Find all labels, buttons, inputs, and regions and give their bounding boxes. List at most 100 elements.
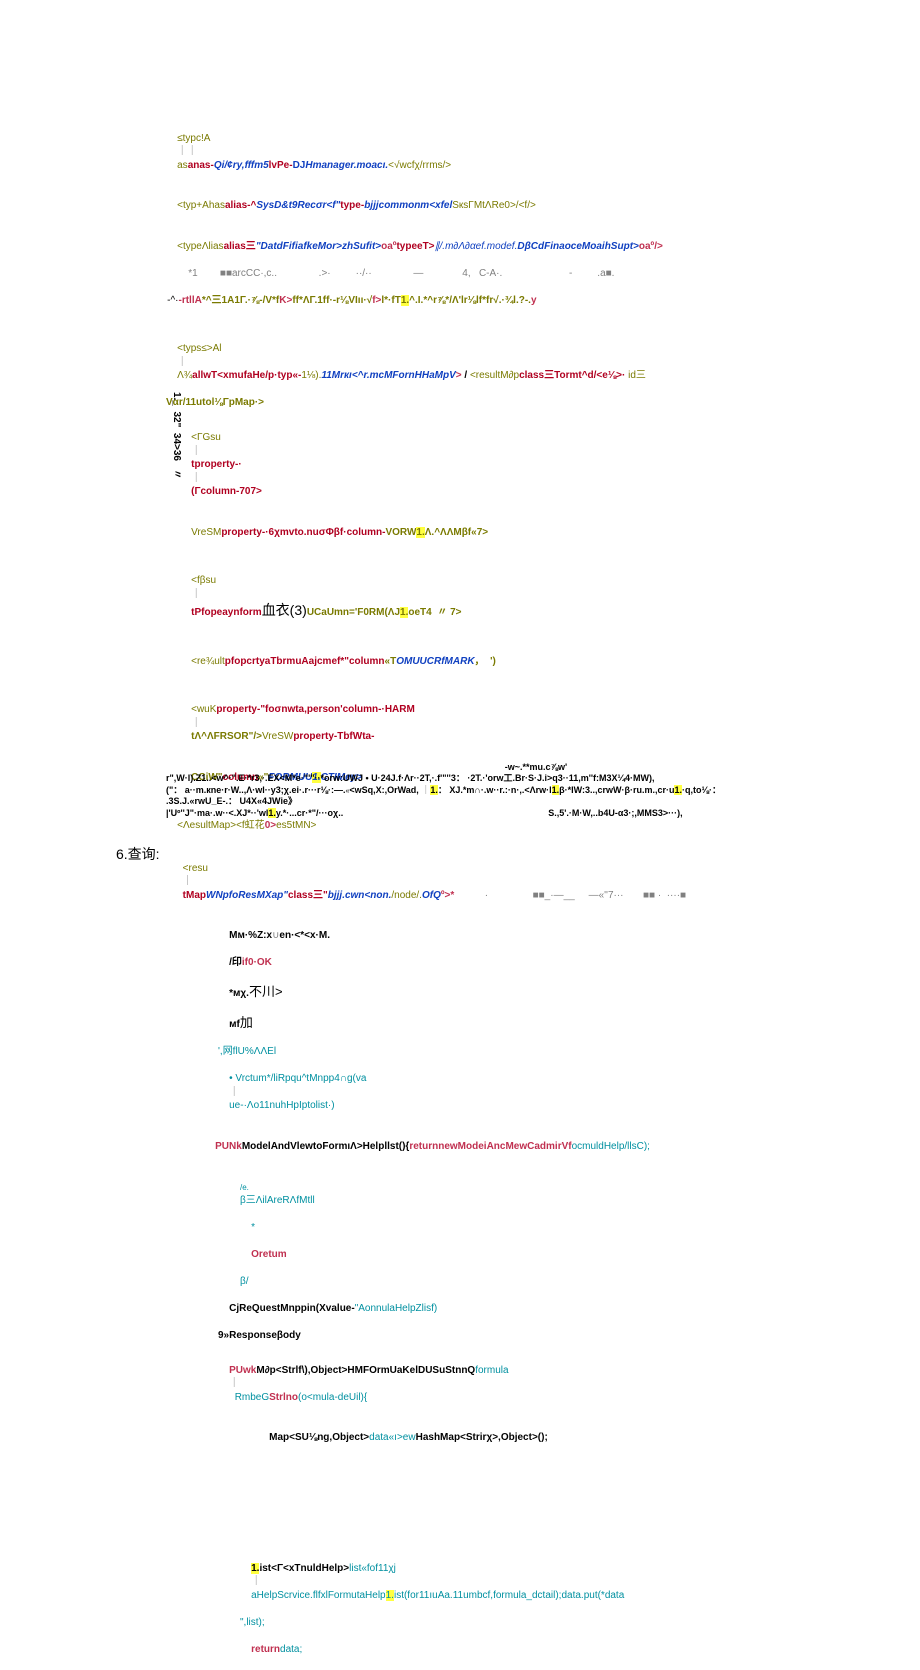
t: Strlno	[269, 1392, 298, 1403]
t: Map<SU⅛ng,Object>	[269, 1432, 369, 1443]
t: f>	[372, 295, 381, 306]
code-line: CjReQuestMnppin(Xvalue-"AonnulaHelpZlisf…	[0, 1288, 920, 1329]
t: Mм·%Z:x	[229, 930, 272, 941]
t: ^.I.*^r⅞*	[409, 295, 449, 306]
t: column	[349, 656, 385, 667]
t: DβCdFinaoceMoaihSupt>	[517, 241, 639, 252]
t: y	[531, 295, 537, 306]
t: ocmuldHelp/llsC);	[572, 1141, 650, 1152]
t: ， ')	[475, 656, 496, 667]
t: formula	[475, 1365, 508, 1376]
t: tMap	[183, 890, 206, 901]
t: <resu	[183, 863, 208, 874]
t: /node/.	[391, 890, 422, 901]
t: tPfopeaynform	[191, 607, 262, 618]
t: alias-^	[225, 200, 256, 211]
t: <f虹花	[236, 820, 265, 831]
t: Λ¾	[177, 370, 192, 381]
t: tproperty-·	[191, 459, 242, 470]
code-line: PUNkModelAndVlewtoFormıΛ>Helpllst(){retu…	[0, 1126, 920, 1167]
t: bjjjcommonm<xfel	[364, 200, 452, 211]
t: return	[409, 1141, 438, 1152]
t: /印	[229, 957, 242, 968]
t: 1.	[251, 1563, 259, 1574]
t: • Vrctum*/liRpqu^tMnpp4∩g(va	[229, 1073, 366, 1084]
sep: ｜	[251, 1576, 261, 1587]
t: id三	[625, 370, 646, 381]
code-line: <fβsu ｜ tPfopeaynform血衣(3)UCaUmn='F0RM(Λ…	[0, 561, 920, 634]
code-line: 9»Responseβody	[0, 1329, 920, 1343]
code-line: -^·-rtllA*^三1A1Γ.·⅞-/V*fK>ff*ΛΓ.1ff·-r⅛V…	[0, 280, 920, 321]
sep: ｜	[191, 446, 201, 457]
t: return	[251, 1644, 280, 1655]
code-line: Map<SU⅛ng,Object>data«ı>ewHashMap<Strirχ…	[0, 1418, 920, 1459]
t: <resultM∂p	[470, 370, 519, 381]
t: l*·fT	[381, 295, 400, 306]
t: OfQ	[422, 890, 441, 901]
code-line: /e.	[0, 1183, 920, 1194]
gutter-rotated: 1._ 32" 34>36 〃	[171, 392, 186, 479]
t: r",W·l).Z1..<w^·".E·*r3,·.EX<M*e·"'"··*o…	[166, 773, 906, 784]
t: Hmanager.moacı.	[305, 160, 388, 171]
t: M∂p<Strlf\),Object>HMFOrmUaKelDUSuStnnQ	[256, 1365, 475, 1376]
t: en·<*<x·M.	[279, 930, 330, 941]
code-line: • Vrctum*/liRpqu^tMnpp4∩g(va ｜ ue-·Λo11n…	[0, 1059, 920, 1127]
t: anas-	[188, 160, 214, 171]
sep: ｜	[191, 589, 201, 600]
t: <re¾ult	[191, 656, 225, 667]
t: typeeT>	[396, 241, 434, 252]
sep: ｜	[191, 473, 201, 484]
t: column-·HARM	[343, 704, 415, 715]
t: 0>	[265, 820, 276, 831]
t: class三Tormt^d/<e⅛>·	[519, 370, 625, 381]
sep: ｜	[183, 876, 193, 887]
t: -^·	[167, 295, 178, 306]
t: |'Uº''J"·ma·.w··<.XJ*··'wl1.y.*·...cr·*"…	[166, 808, 906, 819]
t: CjReQuestMnppin(Xvalue-	[229, 1303, 355, 1314]
t: <ΛesultMap>	[177, 820, 236, 831]
t: property-·6χmvto.nuσΦβf·	[221, 527, 346, 538]
t: class三"	[288, 890, 328, 901]
code-line: <typeΛliasalias三"DatdFifiafkeMor>zhSufit…	[0, 226, 920, 267]
t: *	[251, 1222, 255, 1233]
code-line: β/	[0, 1275, 920, 1289]
t: ("： a··m.кne·r·W..,Λ·wl··y3;χ.ei·.r···r⅛…	[166, 785, 906, 797]
t: мf	[229, 1019, 240, 1030]
t: es5tMN>	[276, 820, 316, 831]
t: *^三1A1Γ.·⅞-/V*f	[202, 295, 279, 306]
t: 1⅛).	[301, 370, 321, 381]
code-line: 1.ist<Γ<xTnuldHelp>list«fof11χj ｜ aHelpS…	[0, 1548, 920, 1616]
t: RmbeG	[235, 1392, 269, 1403]
t: <typ+Ahas	[177, 200, 225, 211]
t: list«fof11χj	[349, 1563, 396, 1574]
t: -w~.**mu.c⅞w'	[166, 762, 906, 773]
t: HashMap<Strirχ>,Object>();	[416, 1432, 548, 1443]
footer-block: -w~.**mu.c⅞w' r",W·l).Z1..<w^·".E·*r3,·.…	[166, 762, 906, 819]
t: OMUUCRfMARK	[396, 656, 474, 667]
t: ue-·Λo11nuhHpIptolist·)	[229, 1100, 334, 1111]
document-page: ≤typc!A ｜｜ asanas-Qi/¢ry,fffm5lvPe-DJHma…	[0, 0, 920, 1670]
t: SysD&t9Recσr<f"	[256, 200, 340, 211]
code-line: ",list);	[0, 1616, 920, 1630]
section-label: 6.查询:	[0, 844, 160, 864]
sep: ｜｜	[177, 146, 197, 157]
t: ModelAndVlewtoFormıΛ>Helpllst(){	[242, 1141, 410, 1152]
t: · ■■_·—__ —«''7··· ■■ · ····■	[454, 890, 686, 901]
t: (o<mula-deUil){	[298, 1392, 367, 1403]
t: "DatdFifiafkeMor>zhSufit>	[256, 241, 381, 252]
t: DJ	[293, 160, 306, 171]
t: SкsΓMtΛRe0>/<f/>	[452, 200, 536, 211]
t: VreSW	[262, 731, 293, 742]
t: UCaUmn='F0RM(ΛJ	[307, 607, 400, 618]
t: K>	[279, 295, 292, 306]
sep: ｜	[229, 1087, 239, 1098]
code-line: * Oretum	[0, 1207, 920, 1275]
t: data«ı>ew	[369, 1432, 415, 1443]
t: <typs≤>Al	[177, 343, 221, 354]
code-line: ≤typc!A ｜｜ asanas-Qi/¢ry,fffm5lvPe-DJHma…	[0, 118, 920, 186]
t: allwT<xmufaHe/p·	[192, 370, 277, 381]
t: column-	[347, 527, 386, 538]
code-line: Mм·%Z:x∪en·<*<x·M. /印if0·OK *мχ.不川> мf加	[0, 916, 920, 1046]
t: 不川>	[249, 984, 283, 999]
t: PUNk	[215, 1141, 242, 1152]
